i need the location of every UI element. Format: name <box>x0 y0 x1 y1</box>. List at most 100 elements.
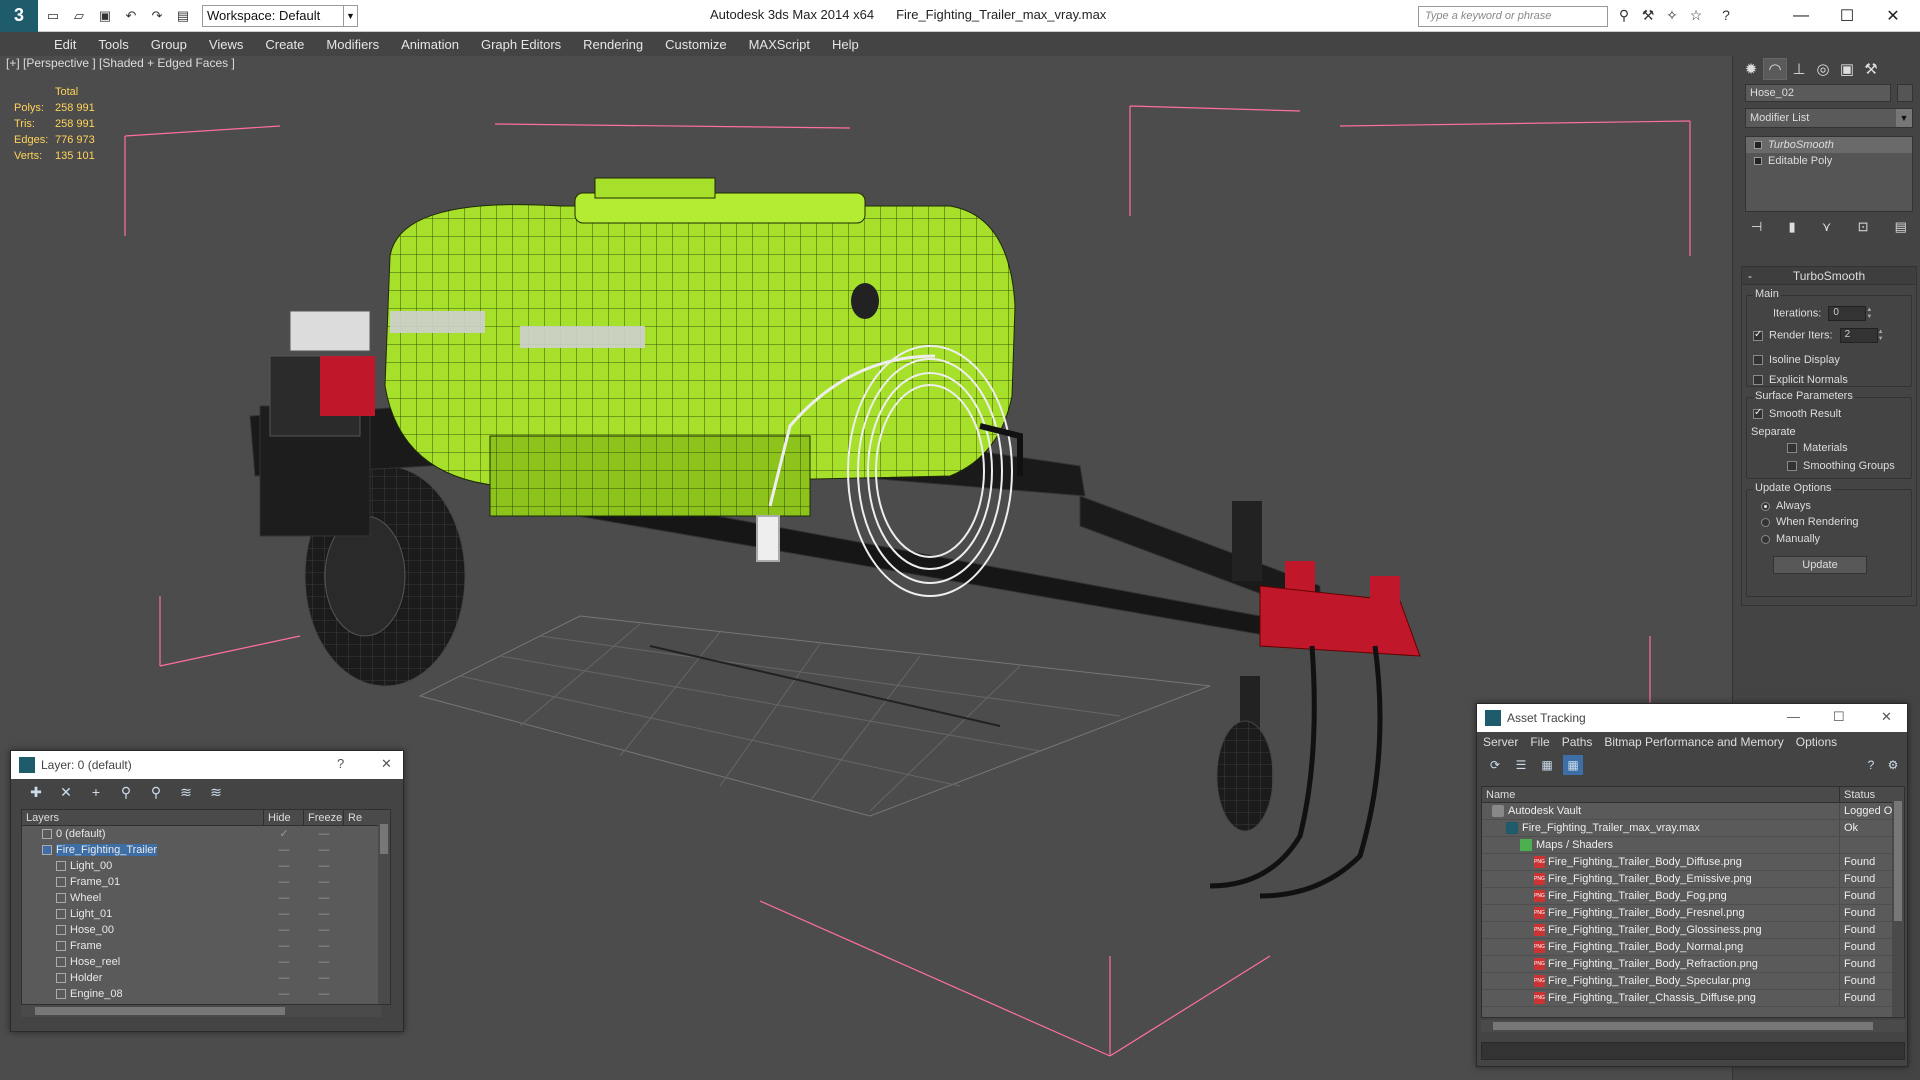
asset-name-cell[interactable]: Fire_Fighting_Trailer_max_vray.max <box>1482 820 1840 836</box>
smoothing-groups-checkbox[interactable] <box>1787 461 1797 472</box>
freeze-toggle[interactable]: — <box>304 938 344 954</box>
asset-row[interactable]: PNG Fire_Fighting_Trailer_Body_Diffuse.pn… <box>1482 854 1904 871</box>
close-icon[interactable]: ✕ <box>381 756 392 772</box>
smoothing-groups-option[interactable]: Smoothing Groups <box>1787 460 1895 472</box>
asset-name-cell[interactable]: PNG Fire_Fighting_Trailer_Body_Fresnel.pn… <box>1482 905 1840 921</box>
layer-name-cell[interactable]: Frame_01 <box>22 874 264 890</box>
manually-radio[interactable] <box>1761 534 1770 544</box>
hide-toggle[interactable]: — <box>264 858 304 874</box>
asset-row[interactable]: Autodesk Vault Logged Out <box>1482 803 1904 820</box>
configure-modifier-sets-icon[interactable]: ▤ <box>1895 219 1907 235</box>
asset-name-cell[interactable]: Autodesk Vault <box>1482 803 1840 819</box>
create-layer-icon[interactable]: ✚ <box>25 782 47 802</box>
select-in-layer-icon[interactable]: ⚲ <box>115 782 137 802</box>
asset-row[interactable]: PNG Fire_Fighting_Trailer_Body_Normal.png… <box>1482 939 1904 956</box>
layer-row[interactable]: Light_00 — — <box>22 858 390 874</box>
menu-group[interactable]: Group <box>151 37 187 52</box>
hide-toggle[interactable]: — <box>264 986 304 1002</box>
asset-menu-options[interactable]: Options <box>1796 735 1837 749</box>
help-icon[interactable]: ? <box>1716 7 1736 27</box>
rollout-header[interactable]: - TurboSmooth <box>1742 267 1916 285</box>
hold-icon[interactable]: ▤ <box>172 5 194 27</box>
layer-name-cell[interactable]: Light_01 <box>22 906 264 922</box>
workspace-dropdown[interactable]: Workspace: Default <box>202 4 344 27</box>
remove-modifier-icon[interactable]: ⊡ <box>1858 219 1869 235</box>
asset-name-cell[interactable]: PNG Fire_Fighting_Trailer_Body_Normal.png <box>1482 939 1840 955</box>
freeze-toggle[interactable]: — <box>304 922 344 938</box>
menu-edit[interactable]: Edit <box>54 37 76 52</box>
scrollbar-thumb[interactable] <box>1894 801 1902 921</box>
layer-row[interactable]: Fire_Fighting_Trailer — — <box>22 842 390 858</box>
freeze-toggle[interactable]: — <box>304 858 344 874</box>
menu-modifiers[interactable]: Modifiers <box>326 37 379 52</box>
hide-toggle[interactable]: — <box>264 954 304 970</box>
update-manually-option[interactable]: Manually <box>1761 533 1820 545</box>
asset-name-cell[interactable]: PNG Fire_Fighting_Trailer_Body_Diffuse.pn… <box>1482 854 1840 870</box>
3ds-max-logo-icon[interactable]: 3 <box>0 0 38 32</box>
layer-row[interactable]: Frame — — <box>22 938 390 954</box>
smooth-result-checkbox[interactable] <box>1753 407 1763 420</box>
asset-name-cell[interactable]: Maps / Shaders <box>1482 837 1840 853</box>
layer-row[interactable]: Wheel — — <box>22 890 390 906</box>
refresh-icon[interactable]: ⟳ <box>1485 755 1505 775</box>
menu-animation[interactable]: Animation <box>401 37 459 52</box>
pin-stack-icon[interactable]: ⊣ <box>1751 219 1762 235</box>
maximize-icon[interactable]: ☐ <box>1833 709 1845 725</box>
hide-toggle[interactable]: — <box>264 922 304 938</box>
layer-window-titlebar[interactable]: Layer: 0 (default) ? ✕ <box>11 751 403 779</box>
add-to-layer-icon[interactable]: + <box>85 782 107 802</box>
smooth-result-option[interactable]: Smooth Result <box>1753 407 1841 420</box>
update-button[interactable]: Update <box>1773 556 1867 574</box>
render-iters-checkbox[interactable] <box>1753 329 1763 341</box>
always-radio[interactable] <box>1761 501 1770 511</box>
object-name-field[interactable]: Hose_02 <box>1745 84 1891 102</box>
layer-name-cell[interactable]: 0 (default) <box>22 826 264 842</box>
layer-name-cell[interactable]: Holder <box>22 970 264 986</box>
asset-row[interactable]: Fire_Fighting_Trailer_max_vray.max Ok <box>1482 820 1904 837</box>
menu-create[interactable]: Create <box>265 37 304 52</box>
layer-vertical-scrollbar[interactable] <box>378 810 390 1004</box>
hide-toggle[interactable]: — <box>264 938 304 954</box>
layer-name-cell[interactable]: Hose_00 <box>22 922 264 938</box>
freeze-toggle[interactable]: — <box>304 954 344 970</box>
asset-window-titlebar[interactable]: Asset Tracking — ☐ ✕ <box>1477 704 1907 732</box>
asset-name-cell[interactable]: PNG Fire_Fighting_Trailer_Body_Specular.p… <box>1482 973 1840 989</box>
materials-option[interactable]: Materials <box>1787 442 1848 454</box>
make-unique-icon[interactable]: ⋎ <box>1822 219 1832 235</box>
collapse-icon[interactable]: - <box>1748 267 1752 285</box>
hide-toggle[interactable]: — <box>264 890 304 906</box>
freeze-toggle[interactable]: — <box>304 842 344 858</box>
modify-icon[interactable]: ◠ <box>1763 58 1787 80</box>
render-iters-spinner[interactable]: 2 <box>1839 328 1878 343</box>
minimize-button[interactable]: — <box>1778 0 1824 32</box>
materials-checkbox[interactable] <box>1787 443 1797 454</box>
scrollbar-thumb[interactable] <box>1493 1022 1873 1030</box>
display-icon[interactable]: ▣ <box>1835 58 1859 80</box>
menu-rendering[interactable]: Rendering <box>583 37 643 52</box>
layer-row[interactable]: Engine_08 — — <box>22 986 390 1002</box>
layer-horizontal-scrollbar[interactable] <box>21 1005 381 1017</box>
stack-item-editable-poly[interactable]: Editable Poly <box>1746 153 1912 169</box>
highlight-layer-icon[interactable]: ⚲ <box>145 782 167 802</box>
scrollbar-thumb[interactable] <box>380 824 388 854</box>
layer-name-cell[interactable]: Light_00 <box>22 858 264 874</box>
asset-name-cell[interactable]: PNG Fire_Fighting_Trailer_Body_Emissive.p… <box>1482 871 1840 887</box>
open-icon[interactable]: ▱ <box>68 5 90 27</box>
maximize-button[interactable]: ☐ <box>1824 0 1870 32</box>
bulb-icon[interactable] <box>1754 141 1762 149</box>
modifier-list-dropdown[interactable]: Modifier List ▼ <box>1745 108 1913 128</box>
settings-icon[interactable]: ⚙ <box>1883 755 1903 775</box>
asset-horizontal-scrollbar[interactable] <box>1481 1020 1905 1032</box>
layer-row[interactable]: Hose_00 — — <box>22 922 390 938</box>
asset-menu-bitmap[interactable]: Bitmap Performance and Memory <box>1604 735 1783 749</box>
tools-icon[interactable]: ⚒ <box>1638 7 1658 27</box>
chevron-down-icon[interactable]: ▼ <box>1896 109 1912 127</box>
binoculars-icon[interactable]: ⚲ <box>1614 7 1634 27</box>
layer-row[interactable]: Hose_reel — — <box>22 954 390 970</box>
column-layers[interactable]: Layers <box>22 810 264 825</box>
freeze-toggle[interactable]: — <box>304 826 344 842</box>
asset-path-field[interactable] <box>1481 1042 1905 1060</box>
explicit-normals-checkbox[interactable] <box>1753 375 1763 386</box>
explicit-normals-option[interactable]: Explicit Normals <box>1753 374 1848 386</box>
hierarchy-icon[interactable]: ⊥ <box>1787 58 1811 80</box>
